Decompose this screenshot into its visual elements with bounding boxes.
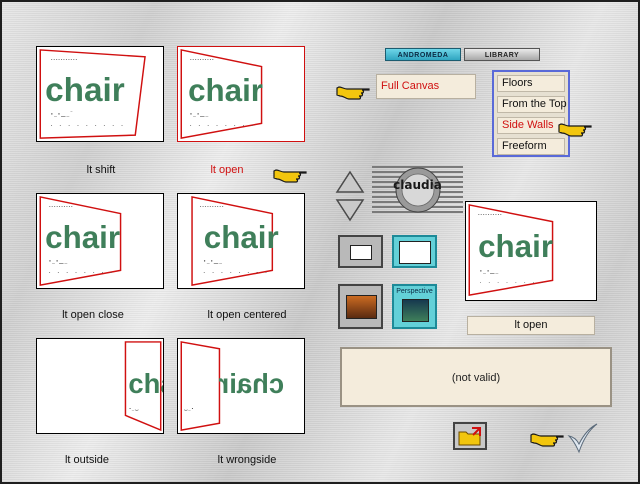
svg-text:• • • • • • • • • •: • • • • • • • • • • [190, 57, 214, 62]
thumbnail-label: lt outside [64, 454, 110, 466]
thumbnail-image: chair ‿ _ • [180, 341, 284, 431]
folder-open-button[interactable] [453, 422, 487, 450]
watermark-logo: claudia [372, 163, 463, 215]
svg-text:• • • • • • • • • •: • • • • • • • • • • [49, 204, 73, 209]
arrow-down-icon[interactable] [335, 198, 365, 222]
preset-image-button-1[interactable] [338, 284, 383, 329]
svg-text:• • • • • • • • • •: • • • • • • • • • • [478, 212, 502, 217]
window-frame: • • • • • • • • • • • chair • _ • ‿ _ ‾ … [0, 0, 640, 484]
preset-image-button-2[interactable]: Perspective [392, 284, 437, 329]
thumbnail-lt-shift[interactable]: • • • • • • • • • • • chair • _ • ‿ _ ‾ [36, 46, 164, 142]
svg-text:• _ • ‿ _: • _ • ‿ _ [49, 260, 67, 265]
preview-logo: chair [478, 229, 553, 264]
thumbnail-lt-open-close[interactable]: • • • • • • • • • • chair • _ • ‿ _ [36, 193, 164, 289]
list-item-freeform[interactable]: Freeform [497, 138, 565, 155]
thumbnail-label: lt open close [62, 309, 124, 321]
svg-text:• _ • ‿ _: • _ • ‿ _ [480, 270, 499, 275]
thumbnail-image: • • • • • • • • • • chair • _ • ‿ _ [180, 49, 263, 139]
arrow-up-icon[interactable] [335, 170, 365, 194]
list-item-from-the-top[interactable]: From the Top [497, 96, 567, 113]
thumbnail-lt-outside[interactable]: chair • _ ‿ [36, 338, 164, 434]
svg-text:• _ • ‿ _: • _ • ‿ _ [190, 113, 208, 118]
watermark-text: claudia [393, 178, 442, 192]
thumbnail-lt-open[interactable]: • • • • • • • • • • chair • _ • ‿ _ [177, 46, 305, 142]
perspective-dialog: • • • • • • • • • • • chair • _ • ‿ _ ‾ … [2, 2, 638, 482]
preview-pane: • • • • • • • • • • chair • _ • ‿ _ [465, 201, 597, 301]
tab-andromeda[interactable]: ANDROMEDA [385, 48, 461, 61]
thumbnail-logo: chair [218, 368, 284, 399]
thumbnail-image: • • • • • • • • • • chair • _ • ‿ _ [191, 196, 279, 286]
status-panel: (not valid) [340, 347, 612, 407]
rectangle-icon [399, 241, 431, 264]
thumbnail-logo: chair [45, 220, 120, 255]
tab-library[interactable]: LIBRARY [464, 48, 540, 61]
thumbnail-image: chair • _ ‿ [124, 341, 163, 432]
thumbnail-image: • • • • • • • • • • • chair • _ • ‿ _ ‾ [39, 49, 146, 139]
thumbnail-lt-open-centered[interactable]: • • • • • • • • • • chair • _ • ‿ _ [177, 193, 305, 289]
frame-large-button[interactable] [392, 235, 437, 268]
thumbnail-logo: chair [45, 72, 125, 109]
preset-thumbnail [346, 295, 377, 319]
thumbnail-logo: chair [128, 368, 163, 399]
thumbnail-image: • • • • • • • • • • chair • _ • ‿ _ [39, 196, 122, 286]
thumbnail-lt-wrongside[interactable]: chair ‿ _ • [177, 338, 305, 434]
thumbnail-logo: chair [188, 73, 263, 108]
svg-text:• _ • ‿ _ ‾: • _ • ‿ _ ‾ [51, 111, 73, 118]
preset-thumbnail [402, 299, 429, 322]
folder-open-icon [458, 427, 481, 446]
hand-pointer-icon [557, 116, 593, 138]
thumbnail-label: lt open [210, 164, 244, 176]
frame-small-button[interactable] [338, 235, 383, 268]
list-item-side-walls[interactable]: Side Walls [497, 117, 565, 134]
preview-label: lt open [467, 316, 595, 335]
svg-text:• • • • • • • • • • •: • • • • • • • • • • • [51, 57, 78, 62]
rectangle-icon [350, 245, 372, 260]
svg-text:• _ • ‿ _: • _ • ‿ _ [204, 260, 222, 265]
list-item-floors[interactable]: Floors [497, 75, 565, 92]
preview-image: • • • • • • • • • • chair • _ • ‿ _ [468, 204, 554, 296]
thumbnail-label: lt wrongside [217, 454, 277, 466]
ok-button[interactable] [529, 422, 599, 456]
preset-thumb-text: Perspective [396, 288, 433, 295]
svg-text:• • • • • • • • • •: • • • • • • • • • • [200, 204, 224, 209]
category-list: Floors From the Top Side Walls Freeform [492, 70, 570, 157]
thumbnail-label: lt open centered [207, 309, 287, 321]
thumbnail-logo: chair [204, 220, 279, 255]
thumbnail-label: lt shift [86, 164, 116, 176]
hand-pointer-icon [272, 162, 308, 184]
hand-pointer-icon [335, 79, 371, 101]
canvas-mode-field[interactable]: Full Canvas [376, 74, 476, 99]
